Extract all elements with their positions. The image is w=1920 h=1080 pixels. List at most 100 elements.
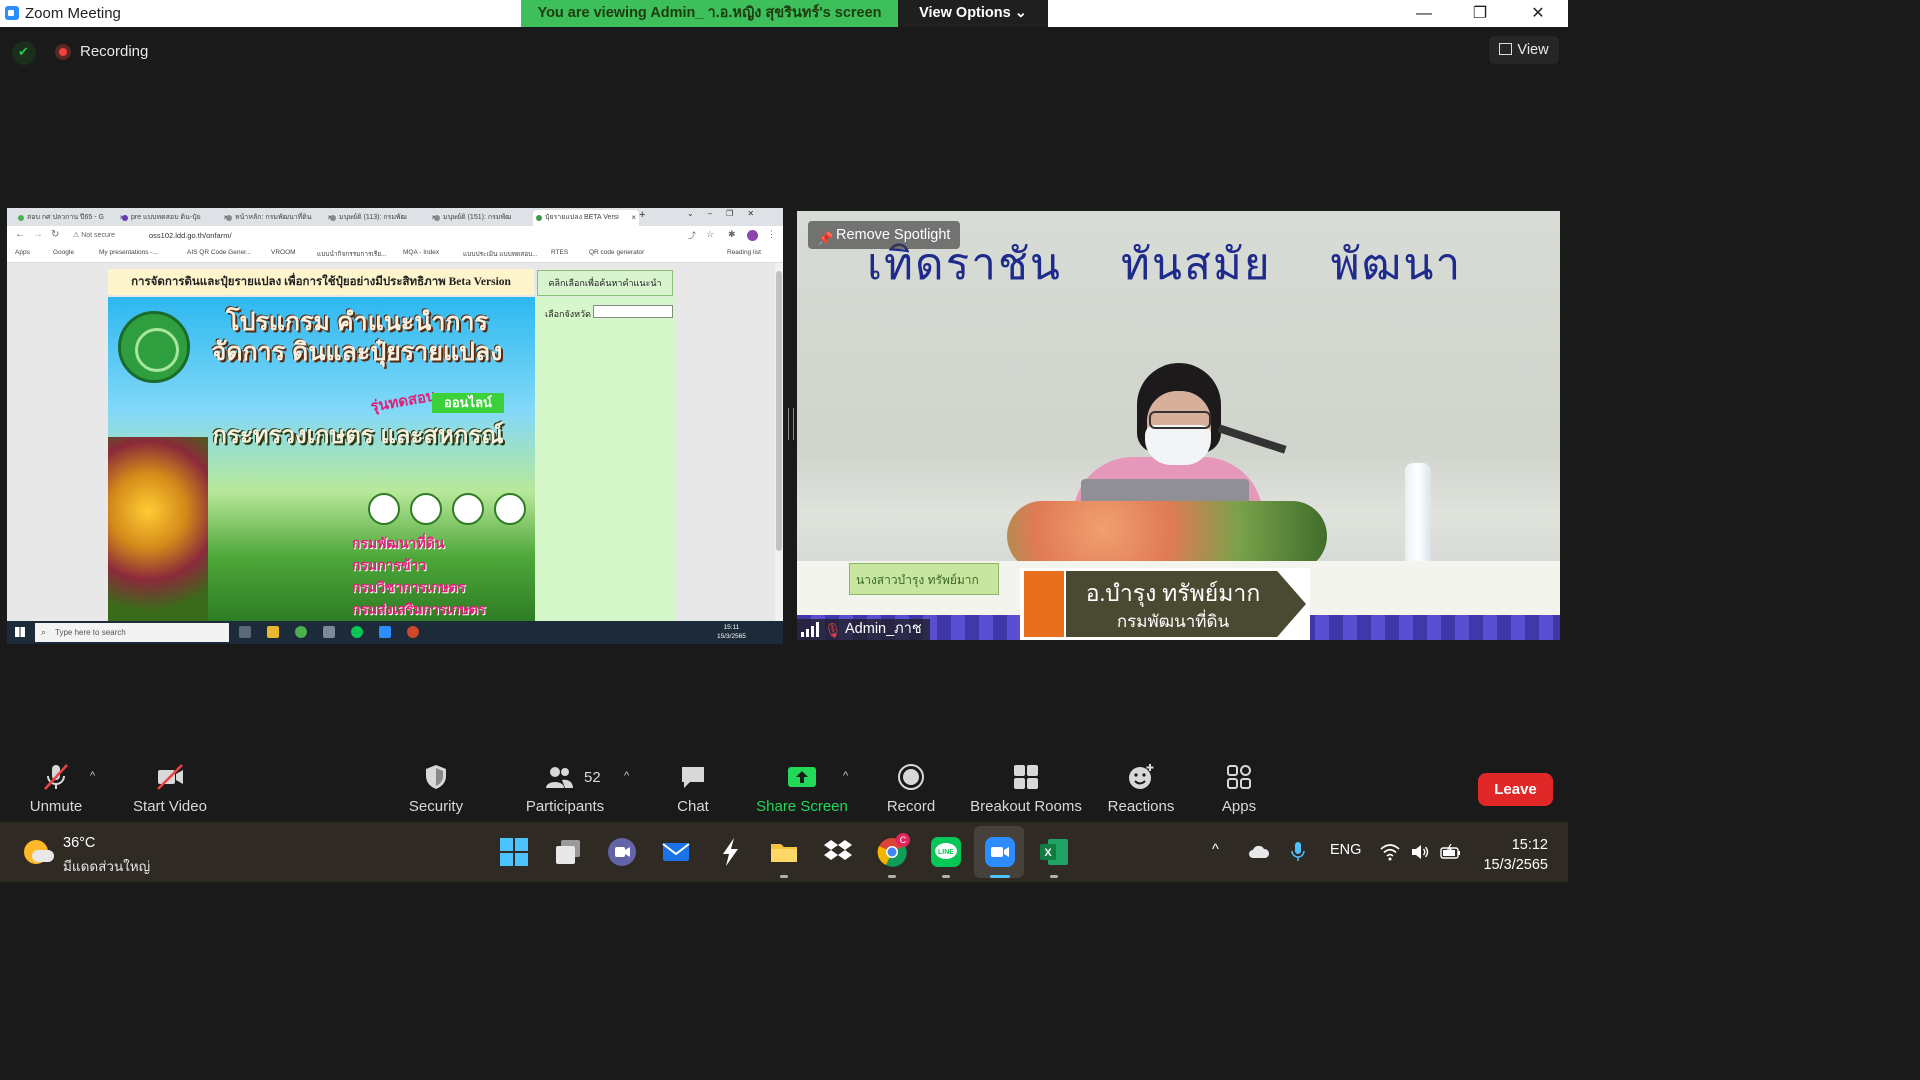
browser-tab[interactable]: มนุษย์ดิ (113): กรมพัฒ× xyxy=(327,210,439,226)
bookmark-item[interactable]: แบบนำกิจกรรมการเรีย... xyxy=(317,249,387,259)
remote-clock[interactable]: 15:11 15/3/2565 xyxy=(717,623,746,641)
microphone-icon[interactable] xyxy=(1290,841,1306,863)
browser-tab-active[interactable]: ปุ๋ยรายแปลง BETA Versi × xyxy=(533,210,639,226)
filter-panel: เลือกจังหวัด xyxy=(535,297,675,621)
participants-icon xyxy=(546,767,573,788)
weather-condition[interactable]: มีแดดส่วนใหญ่ xyxy=(63,855,150,877)
department-seal xyxy=(494,493,526,525)
battery-icon[interactable] xyxy=(1440,843,1462,861)
page-scrollbar[interactable] xyxy=(775,263,783,621)
start-video-button[interactable]: Start Video xyxy=(128,762,212,815)
browser-tab[interactable]: หน้าหลัก: กรมพัฒนาที่ดิน× xyxy=(223,210,335,226)
browser-tab[interactable]: pre แบบทดสอบ ดิน-ปุ๋ย× xyxy=(119,210,231,226)
profile-avatar[interactable] xyxy=(747,230,758,241)
tab-label: pre แบบทดสอบ ดิน-ปุ๋ย xyxy=(131,214,201,221)
encryption-shield-icon[interactable] xyxy=(12,41,36,65)
reload-icon[interactable]: ↻ xyxy=(51,229,59,240)
recording-label[interactable]: Recording xyxy=(80,43,148,60)
browser-address-bar[interactable]: ← → ↻ ⚠ Not secure oss102.ldd.go.th/onfa… xyxy=(7,226,783,246)
line-icon[interactable] xyxy=(351,626,363,638)
participants-button[interactable]: 52 Participants xyxy=(522,762,608,815)
restore-button[interactable]: ❐ xyxy=(1452,0,1508,27)
minimize-button[interactable]: — xyxy=(1396,0,1452,27)
browser-tab[interactable]: มนุษย์ดิ (151): กรมพัฒ× xyxy=(431,210,543,226)
excel-icon[interactable]: X xyxy=(1038,836,1070,868)
audio-options-caret[interactable]: ^ xyxy=(90,770,95,782)
remote-search-box[interactable]: ⌕ Type here to search xyxy=(35,623,229,642)
browser-menu-icon[interactable]: ⋮ xyxy=(767,229,776,240)
split-view-divider[interactable] xyxy=(788,408,794,440)
dropbox-icon[interactable] xyxy=(822,836,854,868)
onedrive-cloud-icon[interactable] xyxy=(1248,844,1270,860)
tab-label: มนุษย์ดิ (113): กรมพัฒ xyxy=(339,214,407,221)
file-explorer-icon[interactable] xyxy=(267,626,279,638)
line-icon[interactable]: LINE xyxy=(930,836,962,868)
forward-icon[interactable]: → xyxy=(33,229,43,240)
close-tab-icon[interactable]: × xyxy=(631,210,636,226)
bookmark-item[interactable]: Apps xyxy=(15,249,30,256)
shield-icon xyxy=(426,765,446,789)
wifi-icon[interactable] xyxy=(1380,843,1400,861)
weather-sun-icon[interactable] xyxy=(24,840,54,864)
share-options-caret[interactable]: ^ xyxy=(843,770,848,782)
bookmark-item[interactable]: แบบประเมิน แบบทดสอบ... xyxy=(463,249,538,259)
remove-spotlight-button[interactable]: 📌 Remove Spotlight xyxy=(808,221,960,249)
site-icon xyxy=(226,215,232,221)
shared-screen[interactable]: สอบ กศ ปลวกาน ปี65 - G× pre แบบทดสอบ ดิน… xyxy=(7,208,783,644)
browser-tab[interactable]: สอบ กศ ปลวกาน ปี65 - G× xyxy=(15,210,127,226)
view-options-button[interactable]: View Options ⌄ xyxy=(898,0,1048,27)
close-button[interactable]: ✕ xyxy=(1510,0,1566,27)
province-select[interactable] xyxy=(593,305,673,318)
bookmark-item[interactable]: My presentations -... xyxy=(99,249,158,256)
view-layout-button[interactable]: View xyxy=(1489,36,1559,64)
bookmark-item[interactable]: MQA - Index xyxy=(403,249,439,256)
bookmark-item[interactable]: RTES xyxy=(551,249,568,256)
windows-start-icon[interactable] xyxy=(15,627,25,637)
bookmark-item[interactable]: AIS QR Code Gener... xyxy=(187,249,251,256)
volume-icon[interactable] xyxy=(1410,843,1430,861)
share-page-icon[interactable]: ⤴ xyxy=(688,230,696,241)
extensions-icon[interactable]: ✱ xyxy=(728,229,736,240)
unmute-button[interactable]: Unmute xyxy=(22,762,90,815)
task-view-icon[interactable] xyxy=(239,626,251,638)
input-language[interactable]: ENG xyxy=(1330,842,1361,858)
app-icon[interactable] xyxy=(323,626,335,638)
new-tab-button[interactable]: + xyxy=(639,209,645,221)
system-clock[interactable]: 15:12 15/3/2565 xyxy=(1478,835,1548,875)
find-recommendation-button[interactable]: คลิกเลือกเพื่อค้นหาคำแนะนำ xyxy=(537,270,673,296)
browser-window-controls[interactable]: ⌄–❐✕ xyxy=(687,209,768,218)
chrome-icon[interactable] xyxy=(295,626,307,638)
url-text[interactable]: oss102.ldd.go.th/onfarm/ xyxy=(149,231,232,240)
back-icon[interactable]: ← xyxy=(15,229,25,240)
reactions-button[interactable]: Reactions xyxy=(1104,762,1178,815)
breakout-rooms-button[interactable]: Breakout Rooms xyxy=(968,762,1084,815)
leave-button[interactable]: Leave xyxy=(1478,773,1553,806)
apps-button[interactable]: Apps xyxy=(1214,762,1264,815)
bookmark-item[interactable]: QR code generator xyxy=(589,249,644,256)
apps-label: Apps xyxy=(1221,798,1257,815)
bookmark-item[interactable]: Google xyxy=(53,249,74,256)
not-secure-label[interactable]: ⚠ Not secure xyxy=(73,231,115,239)
windows-start-icon[interactable] xyxy=(498,836,530,868)
chat-button[interactable]: Chat xyxy=(666,762,720,815)
bookmark-star-icon[interactable]: ☆ xyxy=(706,229,714,240)
record-button[interactable]: Record xyxy=(882,762,940,815)
task-view-icon[interactable] xyxy=(552,836,584,868)
bookmark-item[interactable]: VROOM xyxy=(271,249,296,256)
share-screen-button[interactable]: Share Screen xyxy=(754,762,850,815)
participants-options-caret[interactable]: ^ xyxy=(624,770,629,782)
mail-icon[interactable] xyxy=(660,836,692,868)
reading-list[interactable]: Reading list xyxy=(727,249,761,256)
zoom-icon[interactable] xyxy=(984,836,1016,868)
department-seal xyxy=(368,493,400,525)
app-bolt-icon[interactable] xyxy=(714,836,746,868)
weather-temperature[interactable]: 36°C xyxy=(63,835,95,851)
tray-overflow-caret[interactable]: ^ xyxy=(1212,842,1219,858)
breakout-rooms-icon xyxy=(1014,765,1038,789)
backdrop-headline: เทิดราชัน ทันสมัย พัฒนา xyxy=(867,240,1463,289)
teams-chat-icon[interactable] xyxy=(606,836,638,868)
powerpoint-icon[interactable] xyxy=(407,626,419,638)
zoom-icon[interactable] xyxy=(379,626,391,638)
security-button[interactable]: Security xyxy=(404,762,468,815)
file-explorer-icon[interactable] xyxy=(768,836,800,868)
